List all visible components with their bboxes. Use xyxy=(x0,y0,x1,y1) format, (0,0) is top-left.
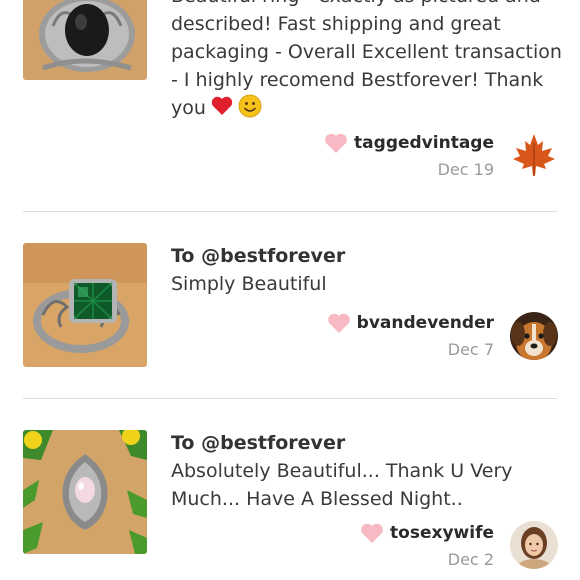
dog-avatar xyxy=(510,312,558,360)
reviewer-avatar[interactable] xyxy=(510,131,558,179)
heart-icon[interactable] xyxy=(360,522,384,544)
review-recipient: To @bestforever xyxy=(171,432,346,454)
smiley-face-icon xyxy=(238,94,262,118)
green-stone-ring-image xyxy=(23,243,147,367)
review-date: Dec 7 xyxy=(447,340,494,359)
review-date: Dec 2 xyxy=(447,550,494,569)
reviewer-username[interactable]: bvandevender xyxy=(357,313,494,333)
woman-avatar xyxy=(510,521,558,569)
product-thumbnail[interactable] xyxy=(23,430,147,554)
black-onyx-ring-image xyxy=(23,0,147,80)
product-thumbnail[interactable] xyxy=(23,243,147,367)
review-comment: Beautiful ring - exactly as pictured and… xyxy=(171,0,562,119)
divider xyxy=(23,211,557,212)
review-recipient: To @bestforever xyxy=(171,245,346,267)
reviewer-username[interactable]: tosexywife xyxy=(390,523,494,543)
reviewer-username[interactable]: taggedvintage xyxy=(354,133,494,153)
reviewer-avatar[interactable] xyxy=(510,521,558,569)
reviewer-avatar[interactable] xyxy=(510,312,558,360)
review-comment: Simply Beautiful xyxy=(171,273,327,295)
review-comment: Absolutely Beautiful... Thank U Very Muc… xyxy=(171,460,513,510)
product-thumbnail[interactable] xyxy=(23,0,147,80)
heart-icon[interactable] xyxy=(324,132,348,154)
review-date: Dec 19 xyxy=(437,160,494,179)
marcasite-pendant-image xyxy=(23,430,147,554)
maple-leaf-icon xyxy=(510,131,558,179)
red-heart-icon xyxy=(210,94,234,118)
divider xyxy=(23,398,557,399)
heart-icon[interactable] xyxy=(327,312,351,334)
